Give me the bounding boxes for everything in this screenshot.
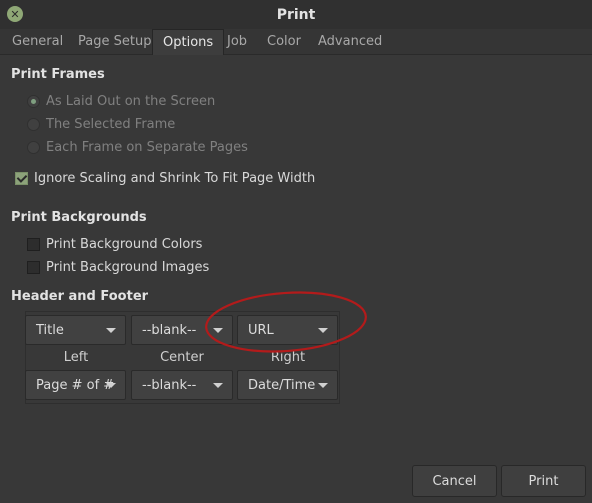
checkbox-indicator xyxy=(27,260,40,274)
tab-color[interactable]: Color xyxy=(267,29,301,54)
radio-label: Each Frame on Separate Pages xyxy=(46,139,248,155)
combo-value: Title xyxy=(36,322,64,338)
cancel-button[interactable]: Cancel xyxy=(412,465,497,497)
checkbox-indicator xyxy=(15,171,28,185)
print-bg-colors-checkbox[interactable]: Print Background Colors xyxy=(27,235,202,253)
radio-indicator xyxy=(27,94,40,108)
tab-general[interactable]: General xyxy=(12,29,63,54)
radio-as-laid-out[interactable]: As Laid Out on the Screen xyxy=(27,92,215,110)
column-label-left: Left xyxy=(63,350,89,365)
combo-value: URL xyxy=(248,322,274,338)
column-label-center: Center xyxy=(160,350,204,365)
checkbox-label: Print Background Colors xyxy=(46,236,203,252)
radio-indicator xyxy=(27,117,40,131)
tab-page-setup[interactable]: Page Setup xyxy=(78,29,151,54)
ignore-scaling-checkbox[interactable]: Ignore Scaling and Shrink To Fit Page Wi… xyxy=(15,169,315,187)
title-bar: ✕ Print xyxy=(0,0,592,29)
print-button[interactable]: Print xyxy=(501,465,586,497)
radio-indicator xyxy=(27,140,40,154)
combo-value: Page # of # xyxy=(36,377,115,393)
tab-bar: General Page Setup Options Job Color Adv… xyxy=(0,29,592,55)
radio-label: The Selected Frame xyxy=(46,116,176,132)
close-icon[interactable]: ✕ xyxy=(7,6,23,22)
footer-center-combo[interactable]: --blank-- xyxy=(131,370,233,400)
header-left-combo[interactable]: Title xyxy=(25,315,126,345)
header-footer-heading: Header and Footer xyxy=(11,289,149,304)
chevron-down-icon xyxy=(318,383,328,388)
footer-left-combo[interactable]: Page # of # xyxy=(25,370,126,400)
chevron-down-icon xyxy=(213,383,223,388)
tab-job[interactable]: Job xyxy=(227,29,247,54)
radio-each-frame[interactable]: Each Frame on Separate Pages xyxy=(27,138,248,156)
print-backgrounds-heading: Print Backgrounds xyxy=(11,210,147,225)
checkbox-indicator xyxy=(27,237,40,251)
combo-value: Date/Time xyxy=(248,377,316,393)
print-bg-images-checkbox[interactable]: Print Background Images xyxy=(27,258,209,276)
print-frames-heading: Print Frames xyxy=(11,67,105,82)
radio-label: As Laid Out on the Screen xyxy=(46,93,216,109)
header-right-combo[interactable]: URL xyxy=(237,315,338,345)
footer-right-combo[interactable]: Date/Time xyxy=(237,370,338,400)
chevron-down-icon xyxy=(106,383,116,388)
chevron-down-icon xyxy=(213,328,223,333)
combo-value: --blank-- xyxy=(142,377,197,393)
radio-selected-frame[interactable]: The Selected Frame xyxy=(27,115,175,133)
checkbox-label: Ignore Scaling and Shrink To Fit Page Wi… xyxy=(34,170,316,186)
chevron-down-icon xyxy=(318,328,328,333)
tab-advanced[interactable]: Advanced xyxy=(318,29,382,54)
chevron-down-icon xyxy=(106,328,116,333)
checkbox-label: Print Background Images xyxy=(46,259,210,275)
tab-options[interactable]: Options xyxy=(152,29,225,55)
combo-value: --blank-- xyxy=(142,322,197,338)
column-label-right: Right xyxy=(270,350,306,365)
header-center-combo[interactable]: --blank-- xyxy=(131,315,233,345)
window-title: Print xyxy=(276,6,316,23)
